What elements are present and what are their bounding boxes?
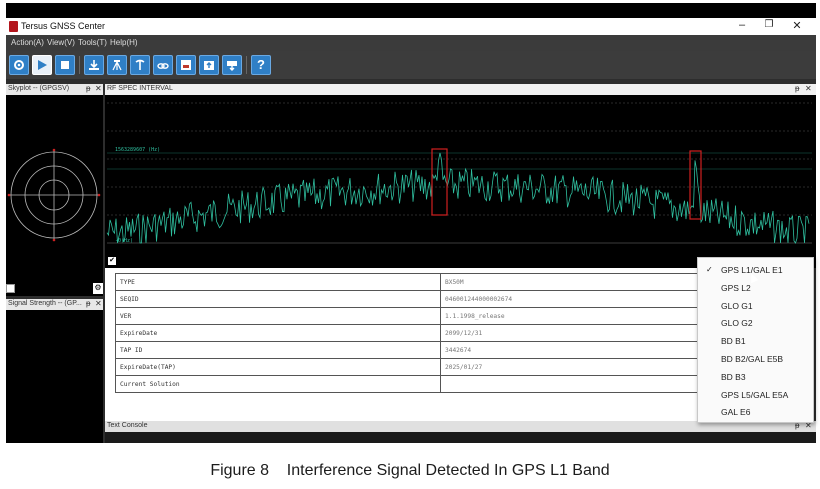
settings-button[interactable] — [9, 55, 29, 75]
skyplot-header: Skyplot -- (GPGSV) ᵽ ✕ — [6, 84, 103, 95]
signal-strength-view — [6, 310, 103, 443]
survey-tripod-icon — [112, 60, 122, 71]
info-table-row: ExpireDate(TAP) 2025/01/27 — [115, 358, 703, 376]
stop-button[interactable] — [55, 55, 75, 75]
transfer-button[interactable] — [222, 55, 242, 75]
info-label: SEQID — [115, 290, 441, 308]
skyplot-close-icon[interactable]: ✕ — [95, 84, 102, 93]
skyplot-checkbox[interactable] — [6, 284, 15, 293]
band-dropdown-menu: ✓ GPS L1/GAL E1 GPS L2 GLO G1 GLO G2 BD B1 BD… — [697, 257, 814, 423]
info-table-row: TAP ID 3442674 — [115, 341, 703, 359]
rf-checkbox[interactable]: ✔ — [108, 257, 116, 265]
menu-action[interactable]: Action(A) — [11, 38, 44, 47]
info-table-row: ExpireDate 2099/12/31 — [115, 324, 703, 342]
rf-spectrum-view: 1563289607 (Hz) -0(Hz) ✔ — [105, 95, 816, 268]
settings-icon — [14, 60, 24, 70]
download-icon — [89, 60, 99, 70]
rf-spectrum-trace — [106, 152, 810, 244]
app-logo-icon — [9, 21, 18, 32]
info-value: 3442674 — [440, 341, 703, 359]
device-info-table: TYPE BX50M SEQID 046001244000002674 VER 1.1.1… — [115, 273, 703, 393]
record-button[interactable] — [176, 55, 196, 75]
band-option[interactable]: GAL E6 — [721, 407, 750, 417]
band-option[interactable]: BD B1 — [721, 336, 746, 346]
download-button[interactable] — [84, 55, 104, 75]
menu-help[interactable]: Help(H) — [110, 38, 138, 47]
signal-strength-close-icon[interactable]: ✕ — [95, 299, 102, 308]
restore-button[interactable]: ❐ — [758, 19, 780, 30]
top-strip — [6, 3, 816, 18]
title-bar: Tersus GNSS Center – ❐ ✕ — [6, 18, 816, 35]
info-value: 2099/12/31 — [440, 324, 703, 342]
menu-bar: Action(A) View(V) Tools(T) Help(H) — [6, 35, 816, 51]
skyplot-pin-icon[interactable]: ᵽ — [86, 84, 90, 93]
menu-view[interactable]: View(V) — [47, 38, 75, 47]
signal-strength-header: Signal Strength -- (GP... ᵽ ✕ — [6, 299, 103, 310]
rf-spec-title: RF SPEC INTERVAL — [107, 85, 173, 92]
info-value: BX50M — [440, 273, 703, 291]
signal-strength-title: Signal Strength -- (GP... — [8, 300, 82, 307]
skyplot-chart — [7, 148, 101, 242]
info-label: TYPE — [115, 273, 441, 291]
link-icon — [157, 63, 169, 69]
upload-button[interactable] — [199, 55, 219, 75]
play-button[interactable] — [32, 55, 52, 75]
toolbar: ? — [6, 51, 816, 79]
rf-spec-pin-icon[interactable]: ᵽ — [795, 84, 799, 93]
app-window: Tersus GNSS Center – ❐ ✕ Action(A) View(… — [6, 18, 816, 443]
play-icon — [38, 60, 47, 70]
band-option[interactable]: BD B3 — [721, 372, 746, 382]
info-label: TAP ID — [115, 341, 441, 359]
signal-strength-pin-icon[interactable]: ᵽ — [86, 299, 90, 308]
pole-button[interactable] — [130, 55, 150, 75]
text-console-title: Text Console — [107, 422, 148, 429]
info-value: 2025/01/27 — [440, 358, 703, 376]
band-option[interactable]: GLO G2 — [721, 318, 753, 328]
rf-spectrum-chart: 1563289607 (Hz) -0(Hz) — [106, 102, 812, 244]
toolbar-separator — [246, 56, 247, 74]
band-option[interactable]: GLO G1 — [721, 301, 753, 311]
rf-spec-header: RF SPEC INTERVAL ᵽ ✕ — [105, 84, 816, 95]
info-value: 1.1.1998_release — [440, 307, 703, 325]
close-button[interactable]: ✕ — [786, 19, 808, 32]
minimize-button[interactable]: – — [731, 19, 753, 31]
skyplot-title: Skyplot -- (GPGSV) — [8, 85, 70, 92]
help-icon: ? — [257, 57, 265, 72]
link-button[interactable] — [153, 55, 173, 75]
info-table-row: Current Solution — [115, 375, 703, 393]
info-label: ExpireDate(TAP) — [115, 358, 441, 376]
info-value: 046001244000002674 — [440, 290, 703, 308]
info-table-row: TYPE BX50M — [115, 273, 703, 291]
menu-tools[interactable]: Tools(T) — [78, 38, 107, 47]
window-title: Tersus GNSS Center — [21, 21, 106, 31]
help-button[interactable]: ? — [251, 55, 271, 75]
band-option[interactable]: BD B2/GAL E5B — [721, 354, 783, 364]
toolbar-separator — [79, 56, 80, 74]
text-console-view — [105, 432, 816, 443]
record-icon — [181, 60, 191, 70]
figure-caption: Figure 8 Interference Signal Detected In… — [210, 462, 610, 479]
transfer-icon — [227, 61, 237, 71]
info-value — [440, 375, 703, 393]
info-label: VER — [115, 307, 441, 325]
upload-icon — [204, 61, 214, 70]
info-label: ExpireDate — [115, 324, 441, 342]
stop-icon — [61, 61, 69, 69]
info-table-row: VER 1.1.1998_release — [115, 307, 703, 325]
survey-button[interactable] — [107, 55, 127, 75]
skyplot-view — [6, 95, 103, 296]
info-table-row: SEQID 046001244000002674 — [115, 290, 703, 308]
info-label: Current Solution — [115, 375, 441, 393]
band-option[interactable]: GPS L5/GAL E5A — [721, 390, 788, 400]
selected-check-icon: ✓ — [706, 265, 713, 274]
skyplot-settings-icon[interactable]: ⚙ — [93, 283, 103, 294]
band-option[interactable]: GPS L2 — [721, 283, 751, 293]
pole-icon — [135, 59, 145, 70]
rf-spec-close-icon[interactable]: ✕ — [805, 84, 812, 93]
device-info-panel: TYPE BX50M SEQID 046001244000002674 VER 1.1.1… — [105, 268, 703, 421]
rf-marker-label: 1563289607 (Hz) — [115, 147, 160, 153]
